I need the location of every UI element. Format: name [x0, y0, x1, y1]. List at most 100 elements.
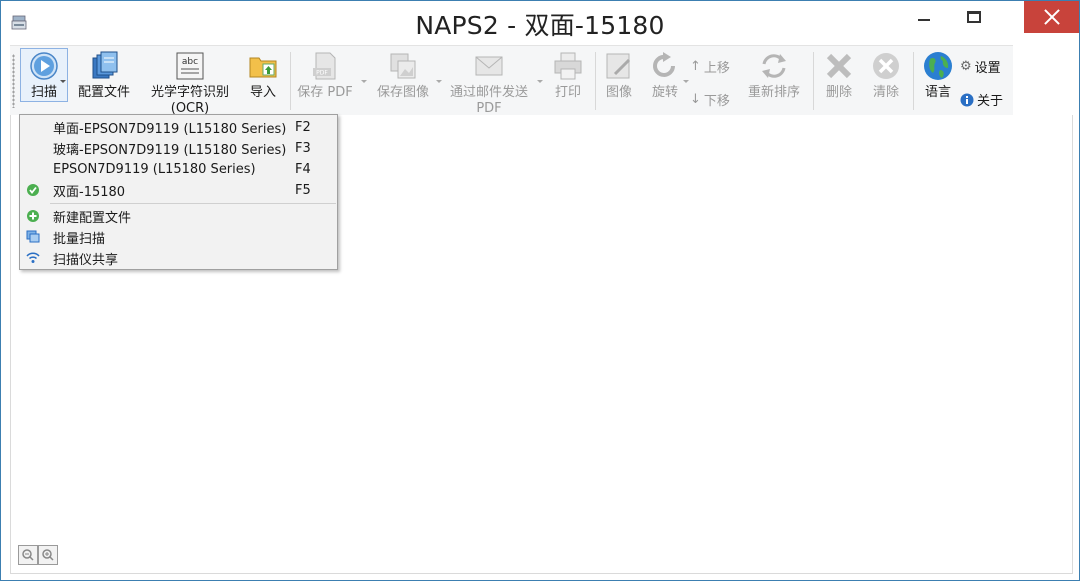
menu-item-label: 玻璃-EPSON7D9119 (L15180 Series) — [53, 143, 287, 158]
zoom-out-icon — [22, 549, 34, 561]
menu-item-label: 扫描仪共享 — [53, 253, 119, 268]
pdf-icon: PDF — [309, 50, 341, 82]
import-button[interactable]: 导入 — [244, 48, 282, 112]
save-pdf-dropdown-arrow[interactable] — [361, 80, 367, 83]
move-down-button[interactable]: ↓ 下移 — [690, 90, 730, 109]
delete-label: 删除 — [825, 85, 852, 100]
menu-item-label: 批量扫描 — [53, 232, 106, 247]
menu-item-batch-scan[interactable]: 批量扫描 — [21, 227, 337, 248]
save-image-label: 保存图像 — [376, 85, 429, 100]
zoom-out-button[interactable] — [18, 545, 38, 565]
language-button[interactable]: 语言 — [919, 48, 957, 112]
rotate-icon — [649, 50, 681, 82]
arrow-up-icon: ↑ — [690, 59, 701, 74]
email-pdf-label-line1: 通过邮件发送 — [449, 85, 528, 100]
gear-icon: ⚙ — [960, 59, 972, 74]
email-pdf-button[interactable]: 通过邮件发送 PDF — [444, 48, 534, 116]
toolbar-grip[interactable] — [12, 54, 15, 108]
svg-text:abc: abc — [182, 57, 198, 67]
ocr-label-line1: 光学字符识别 — [150, 85, 229, 100]
about-button[interactable]: 关于 — [960, 90, 1003, 109]
print-button[interactable]: 打印 — [548, 48, 588, 112]
profiles-icon — [88, 50, 120, 82]
delete-x-icon — [823, 50, 855, 82]
scan-label: 扫描 — [30, 85, 57, 100]
close-button[interactable] — [1024, 1, 1079, 33]
import-folder-icon — [247, 50, 279, 82]
import-label: 导入 — [249, 85, 276, 100]
menu-item-shortcut: F2 — [295, 120, 311, 135]
menu-separator — [50, 203, 336, 204]
clear-button[interactable]: 清除 — [866, 48, 906, 112]
menu-item-profile-selected[interactable]: 双面-15180 F5 — [21, 180, 337, 201]
reorder-icon — [758, 50, 790, 82]
delete-button[interactable]: 删除 — [819, 48, 859, 112]
save-image-dropdown-arrow[interactable] — [436, 80, 442, 83]
maximize-icon — [967, 11, 981, 23]
ocr-button[interactable]: abc 光学字符识别 (OCR) — [140, 48, 240, 116]
menu-item-label: 新建配置文件 — [53, 211, 132, 226]
scan-dropdown-menu: 单面-EPSON7D9119 (L15180 Series) F2 玻璃-EPS… — [19, 114, 338, 270]
rotate-label: 旋转 — [651, 85, 678, 100]
toolbar-separator — [913, 52, 914, 110]
image-button[interactable]: 图像 — [600, 48, 638, 112]
arrow-down-icon: ↓ — [690, 92, 701, 107]
rotate-button[interactable]: 旋转 — [646, 48, 684, 112]
rotate-dropdown-arrow[interactable] — [683, 80, 689, 83]
toolbar-separator — [813, 52, 814, 110]
settings-label: 设置 — [974, 61, 1001, 76]
minimize-button[interactable] — [901, 1, 947, 33]
menu-item-label: 单面-EPSON7D9119 (L15180 Series) — [53, 122, 287, 137]
save-image-icon — [387, 50, 419, 82]
clear-label: 清除 — [872, 85, 899, 100]
maximize-button[interactable] — [951, 1, 997, 33]
wifi-icon — [26, 252, 40, 263]
zoom-in-button[interactable] — [38, 545, 58, 565]
save-pdf-label: 保存 PDF — [297, 85, 353, 100]
move-down-label: 下移 — [703, 94, 730, 109]
reorder-label: 重新排序 — [747, 85, 800, 100]
move-up-button[interactable]: ↑ 上移 — [690, 57, 730, 76]
image-edit-icon — [603, 50, 635, 82]
minimize-icon — [918, 19, 930, 21]
toolbar: 扫描 配置文件 abc 光学字符识别 (OCR) 导入 PDF 保存 PDF 保… — [10, 45, 1013, 116]
checkmark-icon — [27, 184, 39, 196]
reorder-button[interactable]: 重新排序 — [744, 48, 804, 112]
menu-item-profile[interactable]: 玻璃-EPSON7D9119 (L15180 Series) F3 — [21, 138, 337, 159]
print-label: 打印 — [554, 85, 581, 100]
ocr-icon: abc — [174, 50, 206, 82]
menu-item-shortcut: F4 — [295, 162, 311, 177]
menu-item-scanner-sharing[interactable]: 扫描仪共享 — [21, 248, 337, 269]
menu-item-shortcut: F3 — [295, 141, 311, 156]
title-bar: NAPS2 - 双面-15180 — [1, 1, 1079, 45]
menu-item-new-profile[interactable]: 新建配置文件 — [21, 206, 337, 227]
batch-scan-icon — [26, 230, 40, 243]
menu-item-shortcut: F5 — [295, 183, 311, 198]
app-window: NAPS2 - 双面-15180 扫描 配置文件 abc 光学字符识别 (OCR… — [0, 0, 1080, 581]
email-dropdown-arrow[interactable] — [537, 80, 543, 83]
menu-item-label: 双面-15180 — [53, 185, 126, 200]
printer-icon — [552, 50, 584, 82]
menu-item-label: EPSON7D9119 (L15180 Series) — [53, 162, 256, 177]
scan-icon — [28, 50, 60, 82]
email-icon — [473, 50, 505, 82]
profiles-label: 配置文件 — [77, 85, 130, 100]
toolbar-separator — [290, 52, 291, 110]
about-label: 关于 — [977, 94, 1004, 109]
close-icon — [1044, 9, 1060, 25]
scan-dropdown-arrow[interactable] — [60, 80, 66, 83]
menu-item-profile[interactable]: EPSON7D9119 (L15180 Series) F4 — [21, 159, 337, 180]
info-icon — [960, 93, 974, 106]
save-pdf-button[interactable]: PDF 保存 PDF — [294, 48, 356, 112]
svg-text:PDF: PDF — [316, 70, 328, 77]
language-label: 语言 — [924, 85, 951, 100]
menu-item-profile[interactable]: 单面-EPSON7D9119 (L15180 Series) F2 — [21, 117, 337, 138]
image-label: 图像 — [605, 85, 632, 100]
zoom-in-icon — [42, 549, 54, 561]
add-icon — [27, 210, 39, 222]
profiles-button[interactable]: 配置文件 — [74, 48, 134, 112]
clear-icon — [870, 50, 902, 82]
save-image-button[interactable]: 保存图像 — [370, 48, 436, 112]
move-up-label: 上移 — [703, 61, 730, 76]
settings-button[interactable]: ⚙ 设置 — [960, 57, 1001, 76]
